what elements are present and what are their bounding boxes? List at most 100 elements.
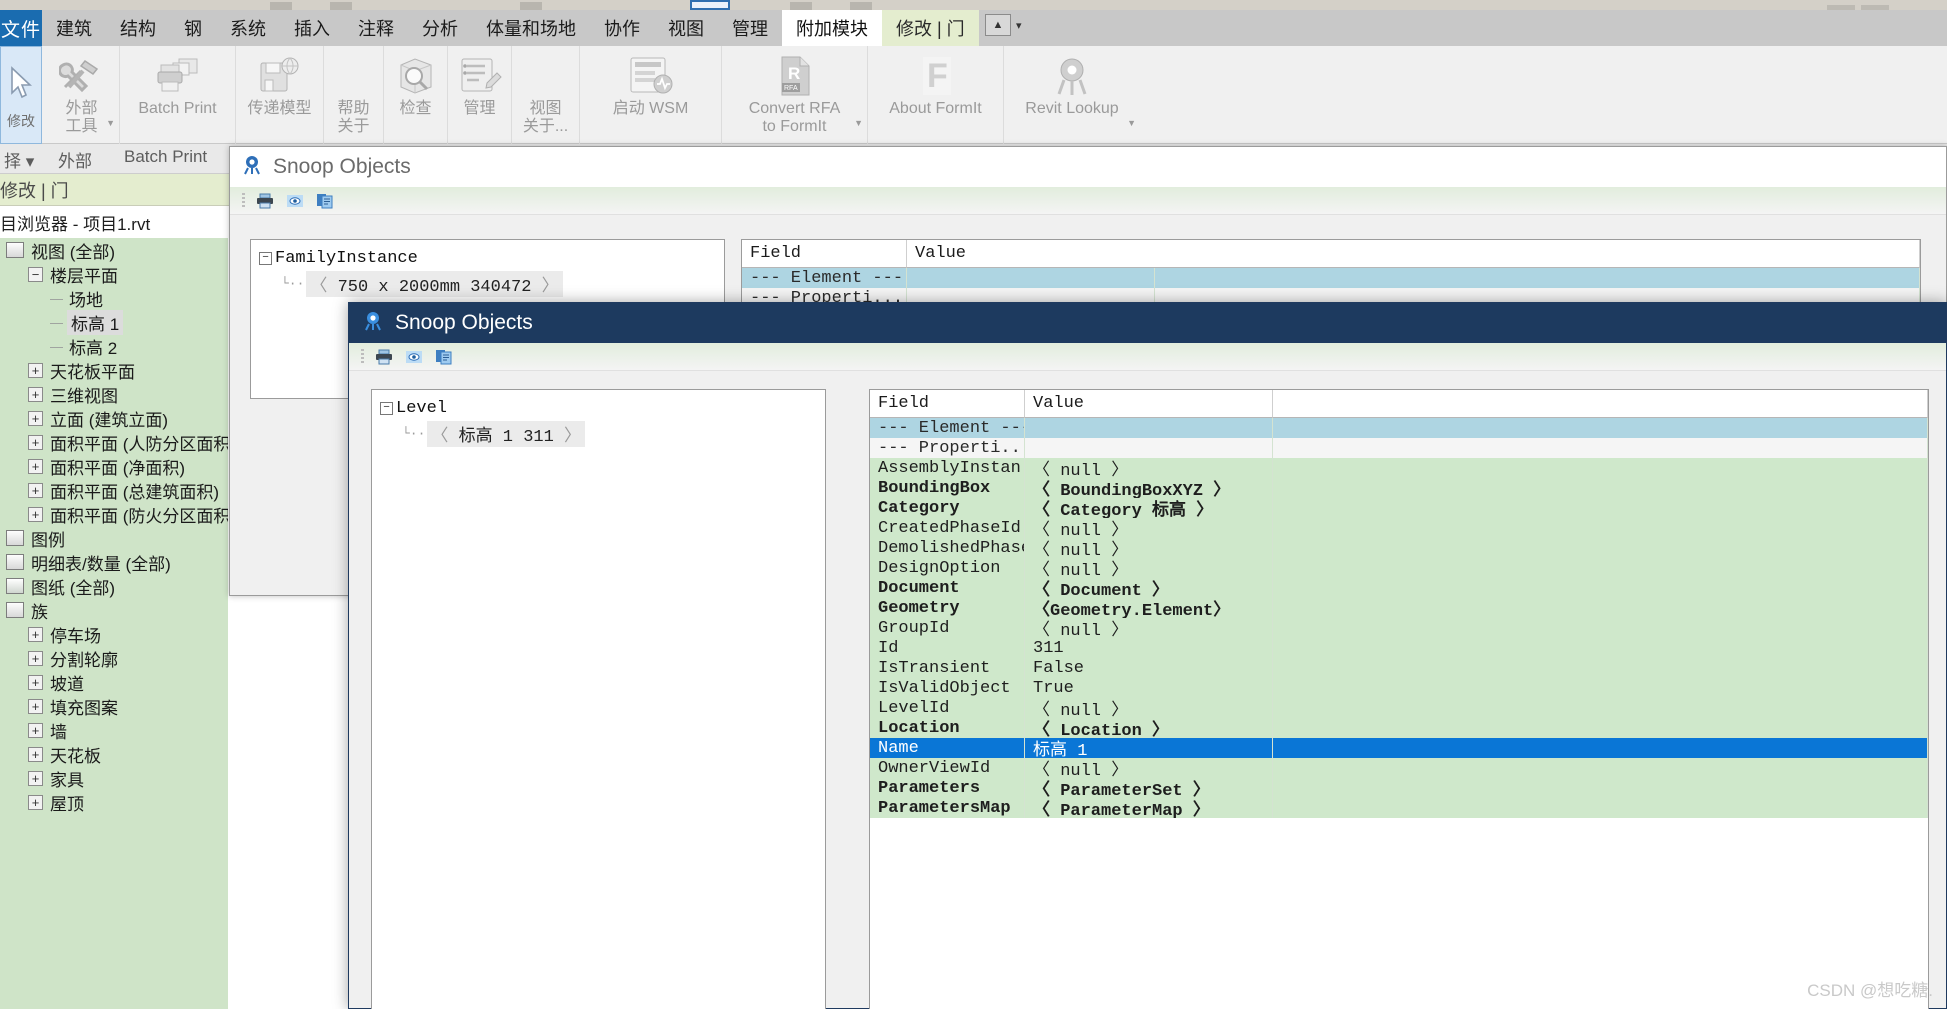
grid-row[interactable]: CreatedPhaseId 〈 null 〉 xyxy=(870,518,1928,538)
ribbon-tab-9[interactable]: 协作 xyxy=(590,10,654,46)
print-icon[interactable] xyxy=(255,191,275,211)
dialog2-titlebar[interactable]: Snoop Objects xyxy=(349,303,1946,343)
grid-row[interactable]: IsTransient False xyxy=(870,658,1928,678)
browser-tree-item[interactable]: + 面积平面 (净面积) xyxy=(0,454,228,478)
snoop-toggle-icon[interactable] xyxy=(285,191,305,211)
qat-button-5[interactable] xyxy=(850,2,872,10)
quick-access-toolbar[interactable] xyxy=(0,0,1947,13)
expand-icon[interactable]: + xyxy=(28,362,43,378)
expand-icon[interactable]: + xyxy=(28,626,43,642)
grid-row[interactable]: BoundingBox 〈 BoundingBoxXYZ 〉 xyxy=(870,478,1928,498)
grid-row[interactable]: AssemblyInstan...〈 null 〉 xyxy=(870,458,1928,478)
dialog1-titlebar[interactable]: Snoop Objects xyxy=(230,147,1946,187)
ribbon-button-etransmit[interactable]: 传递模型 xyxy=(236,46,324,144)
grid-row[interactable]: Parameters 〈 ParameterSet 〉 xyxy=(870,778,1928,798)
collapse-icon[interactable]: − xyxy=(380,402,393,415)
snoop-tree-node[interactable]: − Level xyxy=(380,396,825,421)
collapse-icon[interactable]: − xyxy=(28,266,43,282)
grid-row[interactable]: LevelId 〈 null 〉 xyxy=(870,698,1928,718)
chevron-down-icon[interactable]: ▼ xyxy=(854,118,863,128)
copy-icon[interactable] xyxy=(315,191,335,211)
copy-icon[interactable] xyxy=(434,347,454,367)
expand-icon[interactable]: + xyxy=(28,410,43,426)
expand-icon[interactable]: + xyxy=(28,650,43,666)
project-browser-tree[interactable]: 视图 (全部) − 楼层平面 — 场地 — 标高 1— 标高 2 + 天花板平面 + 三维视图 + 立面 … xyxy=(0,238,228,1009)
ribbon-tab-1[interactable]: 建筑 xyxy=(42,10,106,46)
grid-row[interactable]: OwnerViewId 〈 null 〉 xyxy=(870,758,1928,778)
dialog1-col-field[interactable]: Field xyxy=(742,240,907,268)
ribbon-button-convert-rfa[interactable]: R RFA Convert RFA to FormIt ▼ xyxy=(722,46,868,144)
ribbon-tab-4[interactable]: 系统 xyxy=(216,10,280,46)
expand-icon[interactable]: + xyxy=(28,506,43,522)
ribbon-button-view-about[interactable]: 视图 关于... xyxy=(512,46,580,144)
browser-tree-item[interactable]: + 停车场 xyxy=(0,622,228,646)
browser-tree-item[interactable]: — 标高 2 xyxy=(0,334,228,358)
browser-tree-item[interactable]: + 面积平面 (人防分区面积) xyxy=(0,430,228,454)
ribbon-button-help-about[interactable]: 帮助 关于 xyxy=(324,46,384,144)
ribbon-button-external-tools[interactable]: 外部 工具 ▼ xyxy=(44,46,120,144)
collapse-icon[interactable]: − xyxy=(259,252,272,265)
ribbon-tab-2[interactable]: 结构 xyxy=(106,10,170,46)
browser-tree-item[interactable]: + 墙 xyxy=(0,718,228,742)
print-icon[interactable] xyxy=(374,347,394,367)
expand-icon[interactable]: + xyxy=(28,458,43,474)
ribbon-button-about-formit[interactable]: F About FormIt xyxy=(868,46,1004,144)
expand-icon[interactable]: + xyxy=(28,770,43,786)
ribbon-tab-10[interactable]: 视图 xyxy=(654,10,718,46)
expand-icon[interactable]: + xyxy=(28,674,43,690)
browser-tree-item[interactable]: 图例 xyxy=(0,526,228,550)
ribbon-tab-8[interactable]: 体量和场地 xyxy=(472,10,590,46)
expand-icon[interactable]: + xyxy=(28,746,43,762)
grid-row[interactable]: DesignOption 〈 null 〉 xyxy=(870,558,1928,578)
expand-icon[interactable]: + xyxy=(28,794,43,810)
ribbon-select-group[interactable]: 修改 xyxy=(0,46,42,144)
grid-row[interactable]: Id 311 xyxy=(870,638,1928,658)
ribbon-button-revit-lookup[interactable]: Revit Lookup ▼ xyxy=(1004,46,1140,144)
expand-icon[interactable]: + xyxy=(28,722,43,738)
dialog2-col-field[interactable]: Field xyxy=(870,390,1025,418)
expand-icon[interactable]: + xyxy=(28,482,43,498)
expand-icon[interactable]: + xyxy=(28,434,43,450)
qat-button-3[interactable] xyxy=(520,2,542,10)
qat-button-2[interactable] xyxy=(330,2,352,10)
expand-icon[interactable]: + xyxy=(28,698,43,714)
qat-button-1[interactable] xyxy=(270,2,292,10)
ribbon-options[interactable]: ▲ ▾ xyxy=(985,14,1022,36)
tab-file[interactable]: 文件 xyxy=(0,10,42,46)
dialog2-col-value[interactable]: Value xyxy=(1025,390,1273,418)
ribbon-button-model-review[interactable]: 检查 xyxy=(384,46,448,144)
grid-row[interactable]: IsValidObject True xyxy=(870,678,1928,698)
dialog2-object-tree[interactable]: − Level └·· 〈 标高 1 311 〉 xyxy=(371,389,826,1009)
grid-row[interactable]: Document 〈 Document 〉 xyxy=(870,578,1928,598)
dialog1-toolbar[interactable] xyxy=(230,187,1946,215)
browser-tree-item[interactable]: 明细表/数量 (全部) xyxy=(0,550,228,574)
grid-row[interactable]: GroupId 〈 null 〉 xyxy=(870,618,1928,638)
expand-icon[interactable]: + xyxy=(28,386,43,402)
snoop-tree-node[interactable]: − FamilyInstance xyxy=(259,246,724,271)
ribbon-tab-12[interactable]: 附加模块 xyxy=(782,10,882,46)
browser-tree-item[interactable]: 族 xyxy=(0,598,228,622)
ribbon-tab-3[interactable]: 钢 xyxy=(170,10,216,46)
ribbon-tab-13[interactable]: 修改 | 门 xyxy=(882,10,979,46)
chevron-down-icon[interactable]: ▾ xyxy=(1016,19,1022,32)
select-dropdown[interactable]: 择 ▾ xyxy=(4,147,34,172)
grid-row[interactable]: --- Element --- xyxy=(870,418,1928,438)
ribbon-button-batch-print[interactable]: Batch Print xyxy=(120,46,236,144)
qat-active-button[interactable] xyxy=(690,0,730,10)
ribbon-button-launch-wsm[interactable]: 启动 WSM xyxy=(580,46,722,144)
browser-tree-item[interactable]: + 三维视图 xyxy=(0,382,228,406)
snoop-objects-dialog-active[interactable]: Snoop Objects − Level └·· 〈 标高 1 311 〉 F… xyxy=(348,302,1947,1009)
snoop-tree-node[interactable]: └·· 〈 标高 1 311 〉 xyxy=(380,420,825,447)
browser-tree-item[interactable]: — 场地 xyxy=(0,286,228,310)
ribbon-tab-11[interactable]: 管理 xyxy=(718,10,782,46)
snoop-tree-node[interactable]: └·· 〈 750 x 2000mm 340472 〉 xyxy=(259,270,724,297)
toolbar-grip[interactable] xyxy=(242,192,245,209)
dialog1-col-value[interactable]: Value xyxy=(907,240,1920,268)
grid-row[interactable]: --- Element --- xyxy=(742,268,1920,288)
qat-button-4[interactable] xyxy=(790,2,812,10)
grid-row[interactable]: ParametersMap 〈 ParameterMap 〉 xyxy=(870,798,1928,818)
grid-row[interactable]: Category 〈 Category 标高 〉 xyxy=(870,498,1928,518)
grid-row[interactable]: --- Properti... xyxy=(870,438,1928,458)
browser-tree-item[interactable]: + 屋顶 xyxy=(0,790,228,814)
browser-tree-item[interactable]: + 家具 xyxy=(0,766,228,790)
